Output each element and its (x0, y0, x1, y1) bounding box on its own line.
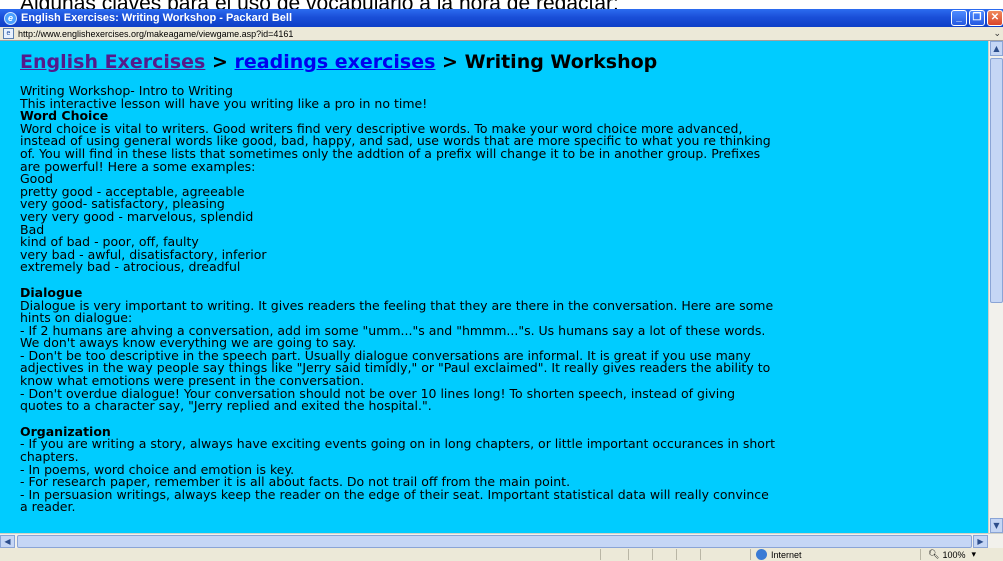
zoom-level[interactable]: 100% (942, 550, 965, 560)
globe-icon (756, 549, 767, 560)
text-line: This interactive lesson will have you wr… (20, 95, 428, 111)
internet-explorer-icon: e (4, 11, 17, 25)
close-button[interactable]: ✕ (987, 10, 1003, 26)
address-url[interactable]: http://www.englishexercises.org/makeagam… (18, 29, 293, 39)
text-line: extremely bad - atrocious, dreadful (20, 259, 241, 275)
status-bar: Internet 🔍︎ 100% ▾ (0, 548, 1003, 561)
text-line: - If you are writing a story, always hav… (20, 436, 775, 452)
maximize-button[interactable]: ❐ (969, 10, 985, 26)
text-line: - In persuasion writings, always keep th… (20, 486, 769, 502)
horizontal-scrollbar[interactable]: ◀ ▶ (0, 533, 1003, 548)
scroll-right-icon[interactable]: ▶ (973, 535, 988, 548)
breadcrumb-current: Writing Workshop (464, 51, 658, 73)
status-divider (676, 549, 677, 560)
vertical-scroll-thumb[interactable] (990, 58, 1003, 303)
status-divider (750, 549, 751, 560)
scroll-down-icon[interactable]: ▼ (990, 518, 1003, 533)
text-line: are powerful! Here a some examples: (20, 158, 256, 174)
window-title: English Exercises: Writing Workshop - Pa… (21, 12, 293, 24)
status-divider (628, 549, 629, 560)
horizontal-scroll-thumb[interactable] (17, 535, 972, 548)
article-body: Writing Workshop- Intro to Writing This i… (20, 84, 988, 515)
zoom-icon: 🔍︎ (928, 549, 940, 559)
text-line: a reader. (20, 499, 76, 515)
page-icon: e (3, 28, 14, 39)
status-divider (700, 549, 701, 560)
address-dropdown-icon[interactable]: ⌄ (993, 28, 1001, 39)
breadcrumb: English Exercises > readings exercises >… (20, 51, 988, 73)
window-titlebar[interactable]: e English Exercises: Writing Workshop - … (0, 9, 1003, 27)
status-divider (920, 549, 921, 560)
slide-caption: Algunas claves para el uso de vocabulari… (0, 0, 1003, 9)
vertical-scrollbar[interactable]: ▲ ▼ (988, 41, 1003, 533)
breadcrumb-separator: > (435, 51, 465, 73)
page-viewport: English Exercises > readings exercises >… (0, 41, 988, 533)
breadcrumb-separator: > (205, 51, 235, 73)
status-divider (652, 549, 653, 560)
zone-label: Internet (771, 549, 802, 560)
zoom-control[interactable]: 🔍︎ 100% ▾ (928, 548, 976, 561)
breadcrumb-home-link[interactable]: English Exercises (20, 51, 205, 73)
text-line: quotes to a character say, "Jerry replie… (20, 398, 432, 414)
scroll-left-icon[interactable]: ◀ (0, 535, 15, 548)
text-line: Dialogue is very important to writing. I… (20, 297, 774, 313)
window-controls: _ ❐ ✕ (951, 10, 1003, 26)
zoom-dropdown-icon[interactable]: ▾ (971, 549, 976, 560)
address-bar[interactable]: e http://www.englishexercises.org/makeag… (0, 27, 1003, 41)
security-zone: Internet (756, 548, 802, 561)
text-line: very very good - marvelous, splendid (20, 208, 254, 224)
minimize-button[interactable]: _ (951, 10, 967, 26)
status-divider (600, 549, 601, 560)
scroll-up-icon[interactable]: ▲ (990, 41, 1003, 56)
breadcrumb-section-link[interactable]: readings exercises (235, 51, 436, 73)
